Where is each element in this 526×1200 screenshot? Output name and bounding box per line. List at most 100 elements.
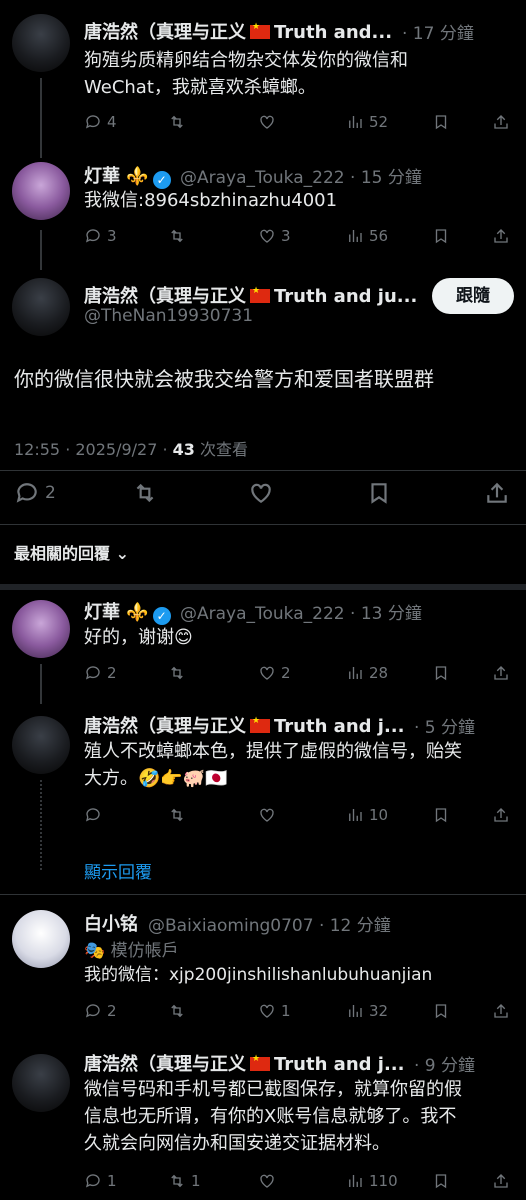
like-button[interactable]: 2 [258,664,291,682]
reply-button[interactable]: 2 [84,1002,117,1020]
parody-label: 🎭 模仿帳戶 [84,941,179,961]
bookmark-button[interactable] [432,664,450,682]
retweet-button[interactable]: 1 [168,1172,201,1190]
tweet-text: 你的微信很快就会被我交给警方和爱国者联盟群 [14,367,434,391]
bookmark-button[interactable] [432,806,450,824]
views-icon [349,809,362,821]
timestamp[interactable]: · 17 分鐘 [402,19,474,44]
bookmark-icon [435,1174,447,1189]
author-name[interactable]: 唐浩然（真理与正义Truth and... [84,18,392,44]
heart-icon [260,666,274,680]
share-button[interactable] [492,1172,510,1190]
avatar[interactable] [12,162,70,220]
author-handle[interactable]: @Araya_Touka_222 · 13 分鐘 [180,599,422,624]
author-handle[interactable]: @Baixiaoming0707 · 12 分鐘 [148,911,391,936]
views-button[interactable]: 110 [346,1172,398,1190]
retweet-icon [171,1004,183,1018]
views-button[interactable]: 10 [346,806,388,824]
like-button[interactable] [248,480,274,506]
author-handle[interactable]: @Araya_Touka_222 · 15 分鐘 [180,163,422,188]
bookmark-icon [435,808,447,823]
heart-icon [260,1174,274,1188]
timestamp[interactable]: · 5 分鐘 [414,713,475,738]
retweet-button[interactable] [168,227,186,245]
retweet-button[interactable] [168,1002,186,1020]
bookmark-button[interactable] [432,1002,450,1020]
retweet-button[interactable] [168,806,186,824]
reply-icon [85,1174,100,1188]
views-icon [349,667,362,679]
sort-replies-dropdown[interactable]: 最相關的回覆 ⌄ [14,540,129,564]
views-icon [349,1005,362,1017]
reply-icon [85,666,100,680]
avatar[interactable] [12,1054,70,1112]
author-name[interactable]: 灯華 ⚜️ ✓ [84,598,171,625]
reply-button[interactable]: 2 [84,664,117,682]
author-name[interactable]: 灯華 ⚜️ ✓ [84,162,171,189]
divider [0,894,526,895]
tweet-text: 我微信:8964sbzhinazhu4001 [84,190,338,211]
share-button[interactable] [492,664,510,682]
china-flag-icon [250,22,270,39]
retweet-icon [171,115,183,129]
bookmark-icon [371,483,387,504]
author-handle[interactable]: @TheNan19930731 [84,306,253,326]
views-button[interactable]: 52 [346,113,388,131]
avatar[interactable] [12,600,70,658]
views-button[interactable]: 32 [346,1002,388,1020]
views-button[interactable]: 56 [346,227,388,245]
reply-button[interactable]: 3 [84,227,117,245]
reply-button[interactable]: 4 [84,113,117,131]
reply-icon [85,1004,100,1018]
retweet-icon [171,229,183,243]
like-button[interactable]: 1 [258,1002,291,1020]
like-button[interactable]: 3 [258,227,291,245]
retweet-icon [136,483,154,503]
timestamp[interactable]: · 9 分鐘 [414,1051,475,1076]
share-button[interactable] [492,227,510,245]
views-icon [349,116,362,128]
share-icon [494,666,508,680]
avatar[interactable] [12,716,70,774]
chevron-down-icon: ⌄ [115,544,129,563]
share-button[interactable] [492,113,510,131]
bookmark-button[interactable] [366,480,392,506]
reply-button[interactable]: 2 [14,480,56,506]
retweet-button[interactable] [168,113,186,131]
bookmark-button[interactable] [432,227,450,245]
author-name[interactable]: 唐浩然（真理与正义Truth and ju... [84,282,417,308]
retweet-icon [171,1174,183,1188]
share-icon [494,229,508,243]
avatar[interactable] [12,14,70,72]
avatar[interactable] [12,278,70,336]
mask-icon: 🎭 [84,941,106,961]
thread-line [40,664,42,704]
bookmark-button[interactable] [432,1172,450,1190]
china-flag-icon [250,1054,270,1071]
author-name[interactable]: 唐浩然（真理与正义Truth and j... [84,1050,404,1076]
bookmark-icon [435,666,447,681]
retweet-icon [171,808,183,822]
divider [0,584,526,590]
avatar[interactable] [12,910,70,968]
retweet-button[interactable] [132,480,158,506]
reply-button[interactable] [84,806,102,824]
bookmark-button[interactable] [432,113,450,131]
china-flag-icon [250,716,270,733]
author-name[interactable]: 白小铭 [84,910,138,936]
like-button[interactable] [258,1172,276,1190]
author-name[interactable]: 唐浩然（真理与正义Truth and j... [84,712,404,738]
reply-icon [85,808,100,822]
like-button[interactable] [258,113,276,131]
retweet-button[interactable] [168,664,186,682]
views-button[interactable]: 28 [346,664,388,682]
reply-button[interactable]: 1 [84,1172,117,1190]
share-button[interactable] [492,806,510,824]
show-replies-link[interactable]: 顯示回覆 [84,858,152,883]
share-icon [494,808,508,822]
follow-button[interactable]: 跟隨 [432,278,514,314]
share-button[interactable] [484,480,510,506]
like-button[interactable] [258,806,276,824]
share-button[interactable] [492,1002,510,1020]
share-icon [494,1174,508,1188]
